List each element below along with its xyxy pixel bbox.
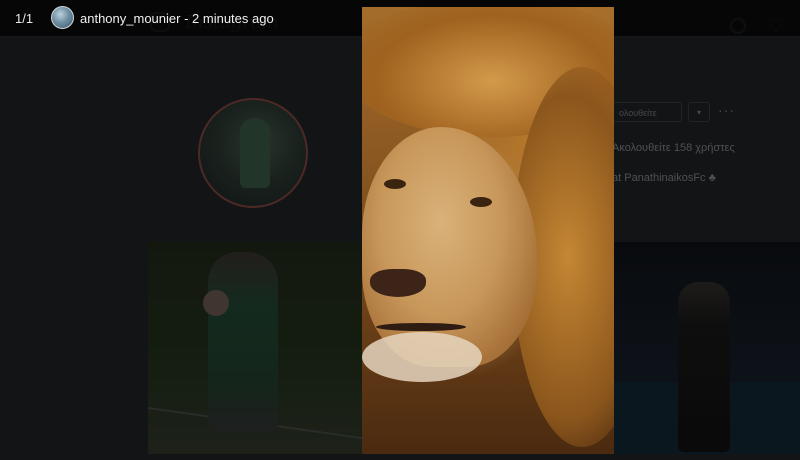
story-counter: 1/1 (15, 11, 34, 26)
story-image[interactable] (362, 7, 614, 454)
lion-eye (384, 179, 406, 189)
lion-face (362, 127, 537, 367)
story-time: 2 minutes ago (192, 11, 274, 26)
meta-separator: - (180, 11, 193, 26)
lion-mouth (376, 323, 466, 331)
lion-nose (370, 269, 426, 297)
story-meta: anthony_mounier - 2 minutes ago (80, 11, 274, 26)
lion-chin (362, 332, 482, 382)
story-username[interactable]: anthony_mounier (80, 11, 180, 26)
lion-eye (470, 197, 492, 207)
avatar[interactable] (51, 6, 74, 29)
